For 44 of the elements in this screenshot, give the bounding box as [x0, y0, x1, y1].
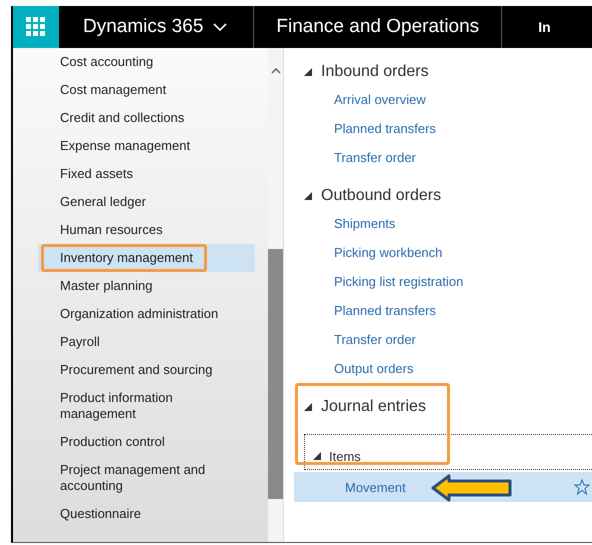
- menu-link[interactable]: Output orders: [334, 354, 592, 383]
- expand-icon[interactable]: [304, 402, 312, 410]
- expand-icon[interactable]: [304, 192, 312, 200]
- nav-item[interactable]: Procurement and sourcing: [38, 356, 255, 384]
- menu-link[interactable]: Planned transfers: [334, 114, 592, 143]
- nav-item[interactable]: Product information management: [38, 384, 255, 428]
- nav-item[interactable]: Human resources: [38, 216, 255, 244]
- menu-link[interactable]: Transfer order: [334, 143, 592, 172]
- menu-link[interactable]: Transfer order: [334, 325, 592, 354]
- chevron-down-icon[interactable]: [213, 22, 228, 32]
- menu-link[interactable]: Shipments: [334, 209, 592, 238]
- section-title[interactable]: Inbound orders: [321, 62, 429, 80]
- grid-icon: [26, 17, 46, 37]
- expand-icon[interactable]: [313, 452, 321, 460]
- scroll-up-icon[interactable]: [270, 68, 280, 74]
- section-title[interactable]: Outbound orders: [321, 186, 442, 204]
- expand-icon[interactable]: [304, 68, 312, 76]
- product-title[interactable]: Dynamics 365: [83, 16, 204, 38]
- nav-item[interactable]: Cost management: [38, 76, 255, 104]
- star-icon[interactable]: [574, 479, 590, 495]
- nav-item[interactable]: Credit and collections: [38, 104, 255, 132]
- nav-item[interactable]: Expense management: [38, 132, 255, 160]
- group-title[interactable]: Items: [329, 448, 361, 464]
- nav-item[interactable]: Project management and accounting: [38, 456, 255, 500]
- nav-item[interactable]: Cost accounting: [38, 48, 255, 76]
- nav-item[interactable]: Fixed assets: [38, 160, 255, 188]
- header-text: In: [538, 19, 551, 35]
- nav-item[interactable]: Payroll: [38, 328, 255, 356]
- section-title[interactable]: Journal entries: [321, 398, 426, 416]
- scrollbar-thumb[interactable]: [268, 249, 283, 499]
- module-title: Finance and Operations: [276, 16, 480, 38]
- nav-item[interactable]: General ledger: [38, 188, 255, 216]
- menu-link[interactable]: Arrival overview: [334, 85, 592, 114]
- menu-item[interactable]: Movement: [294, 472, 592, 502]
- menu-link[interactable]: Picking list registration: [334, 267, 592, 296]
- nav-item[interactable]: Master planning: [38, 272, 255, 300]
- app-launcher-button[interactable]: [13, 6, 59, 48]
- nav-item[interactable]: Questionnaire: [38, 500, 255, 528]
- menu-link[interactable]: Planned transfers: [334, 296, 592, 325]
- nav-item[interactable]: Production control: [38, 428, 255, 456]
- nav-item[interactable]: Inventory management: [38, 244, 255, 272]
- menu-item-label: Movement: [345, 480, 406, 494]
- nav-item[interactable]: Organization administration: [38, 300, 255, 328]
- menu-link[interactable]: Picking workbench: [334, 238, 592, 267]
